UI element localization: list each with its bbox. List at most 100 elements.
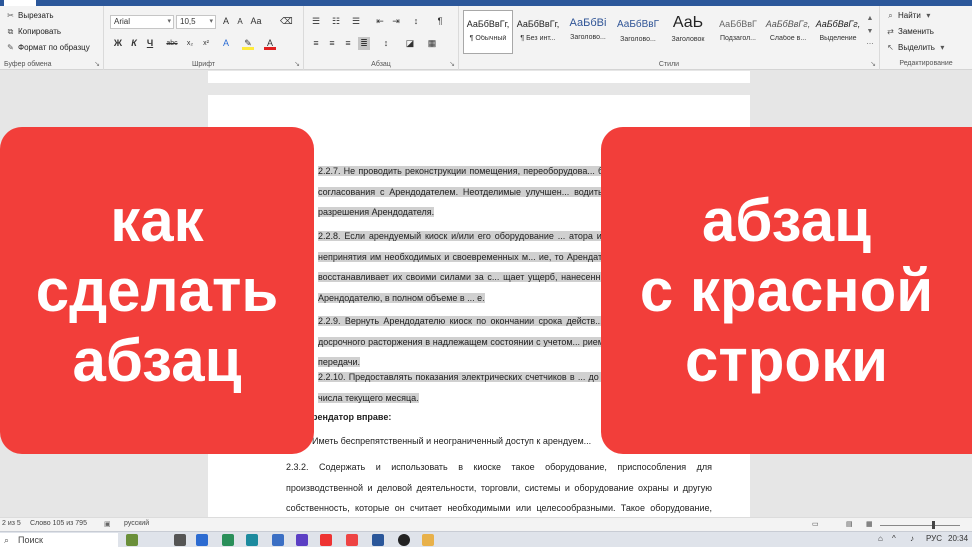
section-heading[interactable]: рендатор вправе: (312, 407, 612, 428)
paragraph-2-3-1[interactable]: Иметь беспрепятственный и неограниченный… (312, 431, 612, 452)
weather-icon[interactable] (126, 534, 138, 546)
font-color-icon[interactable]: A (264, 37, 276, 50)
clock[interactable]: 20:34 (948, 534, 968, 543)
shading-icon[interactable]: ◪ (404, 37, 416, 50)
font-size-combo[interactable]: 10,5 ▾ (176, 15, 216, 29)
copy-button[interactable]: ⧉ Копировать (6, 27, 61, 36)
taskbar: ⌕ Поиск ⌂ ^ ♪ РУС 20:34 (0, 531, 972, 547)
web-layout-icon[interactable]: ▦ (866, 520, 873, 528)
selected-text[interactable]: 2.2.8. Если арендуемый киоск и/или его о… (318, 231, 612, 303)
sort-icon[interactable]: ↕ (410, 15, 422, 28)
align-center-icon[interactable]: ≡ (326, 37, 338, 50)
chevron-up-icon[interactable]: ▲ (865, 12, 875, 25)
highlight-icon[interactable]: ✎ (242, 37, 254, 50)
styles-scroll[interactable]: ▲ ▼ ⋯ (865, 12, 875, 51)
language-indicator[interactable]: русский (124, 520, 149, 527)
ribbon: ✂ Вырезать ⧉ Копировать ✎ Формат по обра… (0, 6, 972, 70)
edge-icon[interactable] (222, 534, 234, 546)
zoom-slider-knob[interactable] (932, 521, 935, 529)
chevron-up-icon[interactable]: ^ (892, 534, 896, 543)
line-spacing-icon[interactable]: ↕ (380, 37, 392, 50)
multilevel-list-icon[interactable]: ☰ (350, 15, 362, 28)
strikethrough-icon[interactable]: abc (166, 37, 178, 50)
replace-button[interactable]: ⇄ Заменить (886, 27, 934, 36)
browser-icon[interactable] (246, 534, 258, 546)
style-subtle-emphasis[interactable]: АаБбВвГг, Слабое в... (763, 10, 813, 54)
dialog-launcher-icon[interactable]: ↘ (94, 60, 100, 68)
obs-icon[interactable] (398, 534, 410, 546)
print-layout-icon[interactable]: ▤ (846, 520, 853, 528)
more-styles-icon[interactable]: ⋯ (865, 38, 875, 51)
style-sample: АаБбВвГг, (765, 19, 811, 29)
task-view-icon[interactable] (174, 534, 186, 546)
subscript-icon[interactable]: x₂ (184, 37, 196, 50)
paragraph-2-2-10[interactable]: 2.2.10. Предоставлять показания электрич… (312, 367, 612, 408)
style-normal[interactable]: АаБбВвГг, ¶ Обычный (463, 10, 513, 54)
language-indicator[interactable]: РУС (926, 534, 942, 543)
bullets-icon[interactable]: ☰ (310, 15, 322, 28)
paragraph-2-2-8[interactable]: 2.2.8. Если арендуемый киоск и/или его о… (312, 226, 612, 308)
justify-icon[interactable]: ≣ (358, 37, 370, 50)
borders-icon[interactable]: ▦ (426, 37, 438, 50)
speaker-icon[interactable]: ♪ (910, 534, 914, 543)
chrome-icon[interactable] (422, 534, 434, 546)
style-name: Заголово... (570, 34, 606, 41)
style-name: Заголовок (671, 36, 705, 43)
paragraph-2-2-7[interactable]: 2.2.7. Не проводить реконструкции помеще… (312, 161, 612, 223)
underline-button[interactable]: Ч (144, 37, 156, 50)
overlay-left-line-3: абзац (72, 326, 242, 394)
word-icon[interactable] (372, 534, 384, 546)
text-effects-icon[interactable]: A (220, 37, 232, 50)
style-subtitle[interactable]: АаБбВвГ Подзагол... (713, 10, 763, 54)
change-case-icon[interactable]: Aa (250, 15, 262, 28)
taskbar-search[interactable]: ⌕ Поиск (0, 533, 118, 547)
italic-button[interactable]: К (128, 37, 140, 50)
font-name-combo[interactable]: Arial ▾ (110, 15, 174, 29)
align-left-icon[interactable]: ≡ (310, 37, 322, 50)
style-heading-2[interactable]: АаБбВвГ Заголово... (613, 10, 663, 54)
yandex-browser-icon[interactable] (346, 534, 358, 546)
proofing-icon[interactable]: ▣ (104, 520, 111, 528)
show-marks-icon[interactable]: ¶ (434, 15, 446, 28)
find-button[interactable]: ⌕ Найти ▾ (886, 11, 933, 20)
explorer-icon[interactable] (196, 534, 208, 546)
read-mode-icon[interactable]: ▭ (812, 520, 819, 528)
bold-button[interactable]: Ж (112, 37, 124, 50)
clipboard-group-label: Буфер обмена (4, 61, 52, 68)
paragraph-2-2-9[interactable]: 2.2.9. Вернуть Арендодателю киоск по око… (312, 311, 612, 373)
selected-text[interactable]: 2.2.7. Не проводить реконструкции помеще… (318, 166, 612, 217)
align-right-icon[interactable]: ≡ (342, 37, 354, 50)
format-painter-label: Формат по образцу (18, 43, 90, 52)
superscript-icon[interactable]: x² (200, 37, 212, 50)
taskbar-search-label: Поиск (18, 535, 43, 545)
style-heading-1[interactable]: АаБбВі Заголово... (563, 10, 613, 54)
grow-font-icon[interactable]: A (220, 15, 232, 28)
style-no-spacing[interactable]: АаБбВвГг, ¶ Без инт... (513, 10, 563, 54)
selected-text[interactable]: 2.2.10. Предоставлять показания электрич… (318, 372, 612, 403)
chevron-down-icon[interactable]: ▼ (865, 25, 875, 38)
dialog-launcher-icon[interactable]: ↘ (449, 60, 455, 68)
numbering-icon[interactable]: ☷ (330, 15, 342, 28)
decrease-indent-icon[interactable]: ⇤ (374, 15, 386, 28)
mail-icon[interactable] (272, 534, 284, 546)
shrink-font-icon[interactable]: A (234, 15, 246, 28)
dialog-launcher-icon[interactable]: ↘ (294, 60, 300, 68)
format-painter-button[interactable]: ✎ Формат по образцу (6, 43, 90, 52)
selected-text[interactable]: 2.2.9. Вернуть Арендодателю киоск по око… (318, 316, 612, 367)
clear-formatting-icon[interactable]: ⌫ (280, 15, 293, 28)
style-name: ¶ Без инт... (520, 35, 556, 42)
style-title[interactable]: АаЬ Заголовок (663, 10, 713, 54)
select-button[interactable]: ↖ Выделить ▾ (886, 43, 947, 52)
app-icon[interactable] (296, 534, 308, 546)
page-count[interactable]: 2 из 5 (2, 520, 21, 527)
cut-button[interactable]: ✂ Вырезать (6, 11, 53, 20)
dialog-launcher-icon[interactable]: ↘ (870, 60, 876, 68)
network-icon[interactable]: ⌂ (878, 534, 883, 543)
style-name: Выделение (819, 35, 857, 42)
style-emphasis[interactable]: АаБбВвГг, Выделение (813, 10, 863, 54)
zoom-slider[interactable] (880, 525, 960, 526)
paragraph-2-3-2[interactable]: 2.3.2. Содержать и использовать в киоске… (286, 457, 712, 517)
increase-indent-icon[interactable]: ⇥ (390, 15, 402, 28)
yandex-icon[interactable] (320, 534, 332, 546)
word-count[interactable]: Слово 105 из 795 (30, 520, 87, 527)
